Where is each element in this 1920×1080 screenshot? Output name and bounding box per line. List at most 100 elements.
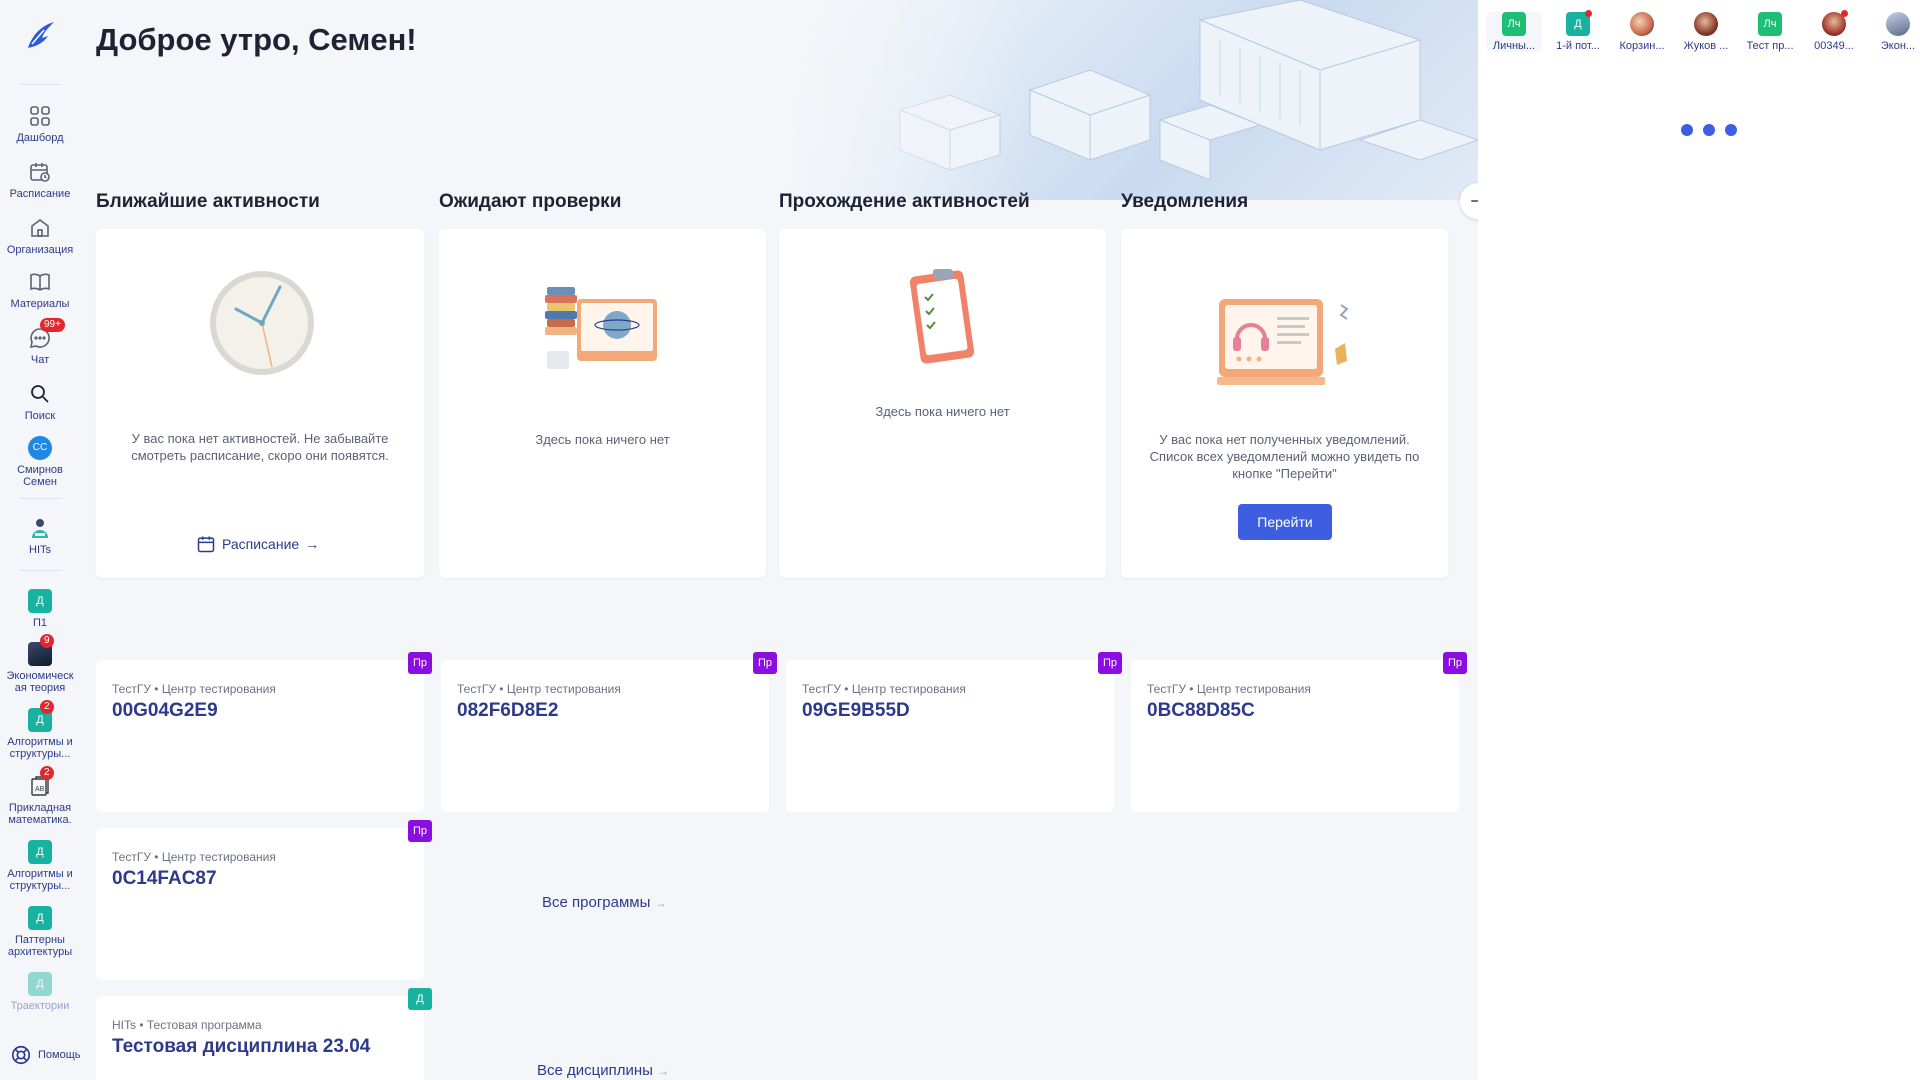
- course-label: Паттерны: [15, 934, 65, 946]
- program-org: ТестГУ • Центр тестирования: [112, 682, 276, 696]
- course-label: Прикладная: [8, 802, 72, 814]
- nav-dashboard-label: Дашборд: [16, 132, 64, 144]
- progress-card: Здесь пока ничего нет: [779, 229, 1106, 578]
- chat-strip: Лч Личны... Д 1-й пот... Корзин... Жуков…: [1478, 0, 1920, 56]
- course-algorithms-1[interactable]: Д Алгоритмы и структуры... 2: [0, 700, 80, 760]
- progress-title: Прохождение активностей: [779, 191, 1030, 212]
- program-tag: Пр: [408, 820, 432, 842]
- program-org: ТестГУ • Центр тестирования: [802, 682, 966, 696]
- notifications-title: Уведомления: [1121, 191, 1249, 212]
- course-label: Траектории: [10, 1000, 70, 1012]
- nav-chat[interactable]: Чат 99+: [0, 318, 80, 366]
- course-badge: 9: [40, 634, 54, 648]
- nav-dashboard[interactable]: Дашборд: [0, 104, 80, 144]
- all-programs-link[interactable]: Все программы →: [542, 894, 667, 911]
- clipboard-illustration-icon: [909, 269, 975, 364]
- all-disciplines-link[interactable]: Все дисциплины →: [537, 1062, 669, 1079]
- loading-dot: [1725, 124, 1737, 136]
- arrow-right-icon: →: [305, 536, 320, 552]
- course-applied-math[interactable]: AB Прикладная математика. 2: [0, 766, 80, 826]
- program-code: 0BC88D85C: [1147, 700, 1255, 721]
- loading-dot: [1681, 124, 1693, 136]
- upcoming-card: У вас пока нет активностей. Не забывайте…: [96, 229, 424, 578]
- review-title: Ожидают проверки: [439, 191, 622, 212]
- program-code: 00G04G2E9: [112, 700, 218, 721]
- course-algorithms-2[interactable]: Д Алгоритмы и структуры...: [0, 840, 80, 892]
- program-card[interactable]: ТестГУ • Центр тестирования 0C14FAC87 Пр: [96, 820, 432, 980]
- course-tile-icon: Д: [28, 972, 52, 996]
- course-p1[interactable]: Д П1: [0, 589, 80, 629]
- schedule-link-label: Расписание: [222, 536, 300, 552]
- chat-avatar-icon: [1822, 10, 1848, 36]
- loading-dot: [1703, 124, 1715, 136]
- nav-schedule-label: Расписание: [9, 188, 71, 200]
- lifebuoy-icon: [11, 1045, 31, 1065]
- chat-label: 1-й пот...: [1556, 40, 1600, 52]
- organization-icon: [31, 219, 49, 237]
- all-programs-label: Все программы: [542, 894, 651, 911]
- program-card[interactable]: ТестГУ • Центр тестирования 082F6D8E2 Пр: [441, 652, 777, 812]
- upcoming-empty-text: У вас пока нет активностей. Не забывайте…: [131, 431, 389, 463]
- nav-organization-label: Организация: [6, 244, 74, 256]
- clock-illustration-icon: [210, 271, 314, 375]
- chat-item[interactable]: Жуков ...: [1678, 12, 1734, 52]
- program-card[interactable]: ТестГУ • Центр тестирования 0BC88D85C Пр: [1131, 652, 1467, 812]
- program-tag: Пр: [1443, 652, 1467, 674]
- help-label: Помощь: [38, 1049, 81, 1061]
- books-laptop-illustration-icon: [545, 287, 657, 369]
- discipline-name: Тестовая дисциплина 23.04: [112, 1036, 371, 1057]
- hits-logo-icon: [32, 519, 48, 538]
- course-label: Алгоритмы и: [7, 736, 73, 748]
- nav-org-hits[interactable]: HITs: [0, 516, 80, 556]
- course-label: архитектуры: [7, 946, 73, 958]
- discipline-card[interactable]: HITs • Тестовая программа Тестовая дисци…: [96, 988, 432, 1080]
- chat-label: 00349...: [1814, 40, 1854, 52]
- schedule-icon: [30, 163, 50, 182]
- nav-profile[interactable]: СС Смирнов Семен: [0, 436, 80, 488]
- laptop-headphones-illustration-icon: [1217, 299, 1349, 385]
- course-label: Экономическ: [6, 670, 74, 682]
- program-card[interactable]: ТестГУ • Центр тестирования 09GE9B55D Пр: [786, 652, 1122, 812]
- schedule-link[interactable]: Расписание →: [196, 534, 319, 554]
- carousel-next-button[interactable]: [1460, 183, 1478, 219]
- help-button[interactable]: Помощь: [10, 1044, 81, 1066]
- search-icon: [31, 385, 49, 403]
- nav-schedule[interactable]: Расписание: [0, 160, 80, 200]
- chat-item[interactable]: Д 1-й пот...: [1550, 10, 1606, 52]
- course-label: П1: [32, 617, 48, 629]
- program-card[interactable]: ТестГУ • Центр тестирования 00G04G2E9 Пр: [96, 652, 432, 812]
- profile-name-line2: Семен: [23, 476, 57, 488]
- program-tag: Пр: [1098, 652, 1122, 674]
- nav-search-label: Поиск: [24, 410, 56, 422]
- nav-materials[interactable]: Материалы: [0, 270, 80, 310]
- nav-organization[interactable]: Организация: [0, 216, 80, 256]
- chat-item[interactable]: Лч Личны...: [1486, 12, 1542, 52]
- materials-icon: [30, 273, 50, 291]
- course-economics[interactable]: Экономическ ая теория 9: [0, 634, 80, 694]
- chat-label: Тест пр...: [1746, 40, 1794, 52]
- progress-empty-text: Здесь пока ничего нет: [875, 404, 1010, 419]
- chat-item[interactable]: Корзин...: [1614, 12, 1670, 52]
- chat-item[interactable]: Экон...: [1870, 12, 1920, 52]
- chat-item[interactable]: 00349...: [1806, 10, 1862, 52]
- nav-org-hits-label: HITs: [29, 544, 51, 556]
- discipline-tag: Д: [408, 988, 432, 1010]
- chat-item[interactable]: Лч Тест пр...: [1742, 12, 1798, 52]
- app-logo-icon[interactable]: [22, 18, 58, 54]
- course-label: математика.: [8, 814, 72, 826]
- course-label: Алгоритмы и: [7, 868, 73, 880]
- nav-materials-label: Материалы: [10, 298, 70, 310]
- upcoming-title: Ближайшие активности: [96, 191, 320, 212]
- profile-name-line1: Смирнов: [17, 464, 63, 476]
- course-label: ая теория: [14, 682, 66, 694]
- course-tile-icon: Д: [28, 906, 52, 930]
- program-org: ТестГУ • Центр тестирования: [1147, 682, 1311, 696]
- chat-label: Корзин...: [1619, 40, 1665, 52]
- notifications-card: У вас пока нет полученных уведомлений. С…: [1121, 229, 1448, 578]
- sidebar: Дашборд Расписание Организация Материалы…: [0, 0, 81, 1080]
- course-trajectories[interactable]: Д Траектории: [0, 972, 80, 1012]
- go-to-notifications-button[interactable]: Перейти: [1238, 504, 1332, 540]
- course-patterns[interactable]: Д Паттерны архитектуры: [0, 906, 80, 958]
- arrow-right-icon: [1471, 195, 1478, 207]
- nav-search[interactable]: Поиск: [0, 382, 80, 422]
